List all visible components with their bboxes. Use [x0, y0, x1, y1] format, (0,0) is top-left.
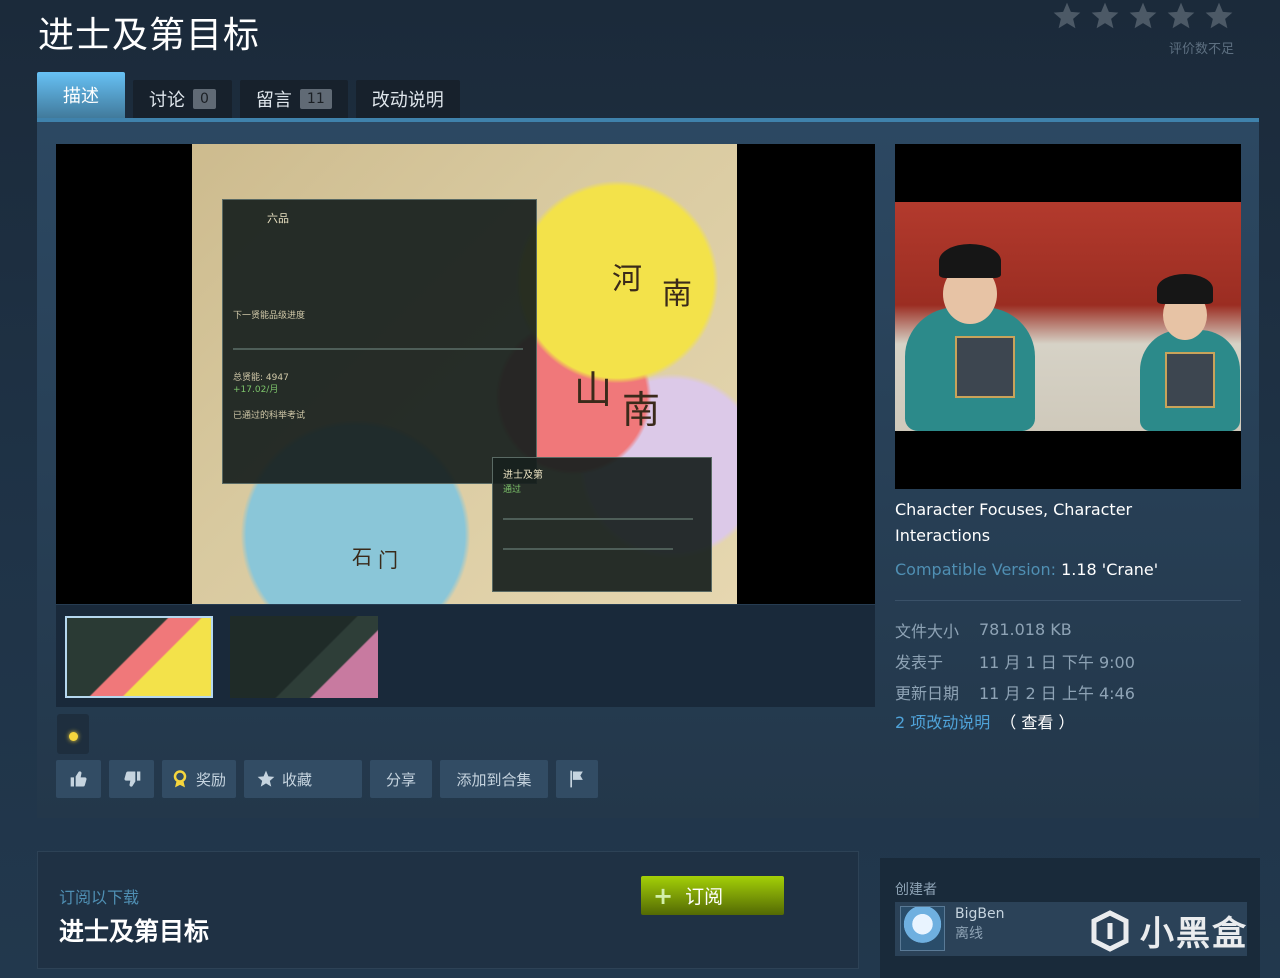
change-notes-row: 2 项改动说明 （ 查看 ） — [895, 709, 1074, 733]
rating-stars — [1050, 0, 1236, 32]
star-icon — [1050, 0, 1084, 32]
game-panel-rate: +17.02/月 — [233, 385, 279, 395]
award-ribbon-icon — [173, 770, 187, 788]
vote-up-button[interactable] — [56, 760, 101, 798]
map-label: 河 — [612, 262, 642, 297]
tab-bar: 描述 讨论 0 留言 11 改动说明 — [37, 72, 460, 118]
favorite-button[interactable]: 收藏 — [244, 760, 362, 798]
game-popup-status: 通过 — [503, 485, 522, 495]
award-button[interactable]: 奖励 — [162, 760, 236, 798]
map-label: 石 — [352, 545, 372, 569]
figure-hat — [939, 244, 1001, 278]
stat-row-size: 文件大小 781.018 KB — [895, 614, 1135, 645]
thumbs-down-icon — [123, 771, 140, 787]
change-notes-link[interactable]: 2 项改动说明 — [895, 709, 990, 733]
rating-note: 评价数不足 — [1168, 42, 1234, 57]
game-progress-bar — [233, 348, 523, 350]
thumbs-up-icon — [70, 771, 87, 787]
action-bar: 奖励 收藏 分享 添加到合集 — [56, 760, 598, 798]
page-title: 进士及第目标 — [38, 15, 261, 56]
subscribe-label: 订阅以下载 — [59, 888, 140, 907]
stat-row-updated: 更新日期 11 月 2 日 上午 4:46 — [895, 676, 1135, 707]
heybox-logo-icon — [1091, 909, 1129, 952]
vote-down-button[interactable] — [109, 760, 154, 798]
tab-count-badge: 11 — [299, 89, 332, 109]
add-to-collection-button[interactable]: 添加到合集 — [440, 760, 548, 798]
stat-value: 11 月 1 日 下午 9:00 — [979, 652, 1135, 672]
star-icon — [1164, 0, 1198, 32]
tab-label: 描述 — [63, 86, 99, 107]
file-stats: 文件大小 781.018 KB 发表于 11 月 1 日 下午 9:00 更新日… — [895, 614, 1135, 707]
compatible-version: Compatible Version: 1.18 'Crane' — [895, 560, 1158, 579]
game-popup-panel: 进士及第 通过 — [492, 457, 712, 592]
thumbnail-1[interactable] — [65, 616, 213, 698]
stat-value: 781.018 KB — [979, 620, 1072, 639]
star-icon — [1202, 0, 1236, 32]
tab-discussions[interactable]: 讨论 0 — [133, 80, 232, 118]
map-label: 南 — [662, 277, 692, 312]
share-label: 分享 — [385, 770, 416, 789]
game-panel-progress-label: 下一贤能品级进度 — [233, 311, 306, 321]
subscribe-title: 进士及第目标 — [59, 917, 210, 946]
scroll-badge-icon — [955, 336, 1015, 398]
creator-label: 创建者 — [895, 882, 937, 898]
game-panel-exams: 已通过的科举考试 — [233, 411, 306, 421]
tab-description[interactable]: 描述 — [37, 72, 125, 118]
award-label: 奖励 — [196, 770, 227, 789]
compat-label: Compatible Version: — [895, 560, 1056, 579]
star-icon — [257, 770, 275, 787]
stat-key: 文件大小 — [895, 621, 960, 641]
creator-name[interactable]: BigBen — [955, 906, 1004, 922]
tab-change-notes[interactable]: 改动说明 — [355, 80, 460, 118]
preview-image — [895, 144, 1241, 489]
avatar[interactable] — [900, 906, 945, 951]
game-tooltip-panel: 六品 下一贤能品级进度 总贤能: 4947 +17.02/月 已通过的科举考试 — [222, 199, 537, 484]
watermark: 小黑盒 — [1088, 906, 1248, 955]
award-indicator-button[interactable] — [57, 714, 89, 754]
award-dot-icon — [69, 732, 78, 741]
game-popup-divider — [503, 548, 673, 550]
add-to-collection-label: 添加到合集 — [456, 770, 532, 789]
main-screenshot-viewer[interactable]: 河 南 山 南 石 门 六品 下一贤能品级进度 总贤能: 4947 +17.02… — [56, 144, 875, 604]
stat-value: 11 月 2 日 上午 4:46 — [979, 683, 1135, 703]
preview-artwork — [895, 202, 1241, 431]
stat-key: 更新日期 — [895, 683, 960, 703]
tab-label: 讨论 — [149, 90, 185, 111]
report-button[interactable] — [556, 760, 598, 798]
map-label: 山 — [574, 368, 613, 412]
subscribe-button[interactable]: + 订阅 — [641, 876, 784, 915]
plus-icon: + — [653, 881, 674, 910]
figure-hat — [1157, 274, 1213, 304]
game-popup-title: 进士及第 — [503, 470, 543, 481]
tab-label: 改动说明 — [371, 90, 444, 111]
tag-list[interactable]: Character Focuses, Character Interaction… — [895, 497, 1215, 549]
tab-comments[interactable]: 留言 11 — [239, 80, 348, 118]
stat-key: 发表于 — [895, 652, 944, 672]
creator-status: 离线 — [955, 926, 983, 942]
divider — [895, 600, 1241, 601]
map-label: 南 — [622, 388, 661, 432]
shield-badge-icon — [1165, 352, 1215, 408]
game-panel-title: 六品 — [267, 212, 289, 225]
game-popup-divider — [503, 518, 693, 520]
star-icon — [1126, 0, 1160, 32]
subscribe-button-label: 订阅 — [685, 886, 724, 908]
share-button[interactable]: 分享 — [370, 760, 432, 798]
favorite-label: 收藏 — [282, 770, 313, 789]
watermark-text: 小黑盒 — [1140, 914, 1248, 954]
compat-value: 1.18 'Crane' — [1061, 560, 1159, 579]
tab-label: 留言 — [255, 90, 292, 111]
thumbnail-2[interactable] — [230, 616, 378, 698]
stat-row-posted: 发表于 11 月 1 日 下午 9:00 — [895, 645, 1135, 676]
map-label: 门 — [378, 548, 398, 572]
tab-count-badge: 0 — [193, 89, 216, 109]
thumbnail-strip — [56, 605, 875, 707]
flag-icon — [570, 770, 583, 788]
star-icon — [1088, 0, 1122, 32]
game-screenshot: 河 南 山 南 石 门 六品 下一贤能品级进度 总贤能: 4947 +17.02… — [192, 144, 737, 604]
view-link[interactable]: （ 查看 ） — [1000, 709, 1074, 733]
